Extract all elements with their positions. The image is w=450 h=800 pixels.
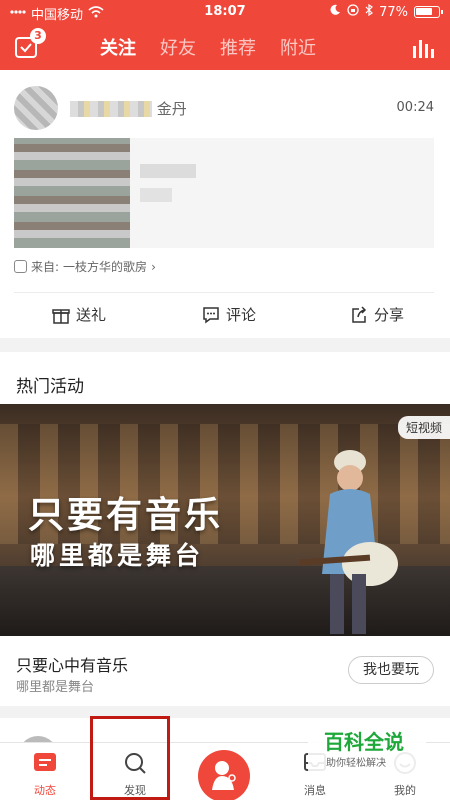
username-blurred xyxy=(70,100,152,117)
chevron-right-icon: › xyxy=(151,259,156,274)
gift-button[interactable]: 送礼 xyxy=(52,304,106,325)
username[interactable]: 金丹 xyxy=(70,98,188,118)
tab-following[interactable]: 关注 xyxy=(100,34,136,60)
watermark-subtitle: 助你轻松解决 xyxy=(326,758,386,769)
battery-percent: 77% xyxy=(379,4,408,20)
username-visible: 金丹 xyxy=(156,100,187,118)
status-bar: 中国移动 18:07 77% xyxy=(0,0,450,24)
battery-icon xyxy=(414,6,443,18)
post-time: 00:24 xyxy=(396,100,434,115)
tab-recommended[interactable]: 推荐 xyxy=(220,34,256,60)
join-activity-button[interactable]: 我也要玩 xyxy=(348,656,434,684)
bluetooth-icon xyxy=(365,3,374,20)
highlight-annotation-box xyxy=(90,716,170,800)
banner-subheadline: 哪里都是舞台 xyxy=(30,541,205,570)
gift-label: 送礼 xyxy=(76,306,107,324)
share-label: 分享 xyxy=(374,306,405,324)
sing-button[interactable] xyxy=(198,750,250,800)
source-prefix: 来自: xyxy=(31,260,60,274)
status-right: 77% xyxy=(329,3,443,20)
top-header: 中国移动 18:07 77% 3 关注 好友 推荐 附近 xyxy=(0,0,450,70)
tab-nearby[interactable]: 附近 xyxy=(280,34,316,60)
hot-activities-section: 热门活动 短视频 只要有音乐 哪里都是舞台 只要心中有音乐 哪里都是舞台 我也要… xyxy=(0,352,450,706)
ranking-button[interactable] xyxy=(412,38,434,58)
action-bar: 送礼 评论 分享 xyxy=(0,300,450,330)
source-link[interactable]: 来自: 一枝方华的歌房 › xyxy=(14,258,156,275)
song-info-blurred xyxy=(140,164,196,178)
feed-tabs: 关注 好友 推荐 附近 xyxy=(100,34,316,60)
guitarist-illustration xyxy=(300,450,398,634)
feed-icon xyxy=(34,753,56,771)
song-info-blurred-2 xyxy=(140,188,172,202)
activity-subtitle: 哪里都是舞台 xyxy=(16,680,95,695)
bar-chart-icon xyxy=(413,40,434,58)
nav-feed[interactable]: 动态 xyxy=(0,743,90,800)
nav-messages-label: 消息 xyxy=(304,784,326,797)
nav-feed-label: 动态 xyxy=(34,784,56,797)
notification-badge: 3 xyxy=(30,28,46,44)
moon-icon xyxy=(329,4,341,20)
comment-label: 评论 xyxy=(226,306,257,324)
banner-headline: 只要有音乐 xyxy=(28,495,224,536)
comment-icon xyxy=(203,306,219,323)
header-nav: 3 关注 好友 推荐 附近 xyxy=(0,28,450,68)
activity-title: 只要心中有音乐 xyxy=(16,656,129,675)
song-cover xyxy=(14,138,130,248)
song-card[interactable] xyxy=(14,138,434,248)
share-icon xyxy=(352,305,367,323)
watermark-logo: 百科全说 助你轻松解决 xyxy=(308,724,426,774)
share-button[interactable]: 分享 xyxy=(350,304,404,325)
feed-card: 金丹 00:24 来自: 一枝方华的歌房 › 送礼 评论 分享 xyxy=(0,70,450,338)
short-video-badge: 短视频 xyxy=(397,416,450,439)
singer-icon xyxy=(212,761,236,790)
tab-friends[interactable]: 好友 xyxy=(160,34,196,60)
divider xyxy=(14,292,434,293)
nav-profile-label: 我的 xyxy=(394,784,416,797)
activity-banner[interactable]: 短视频 只要有音乐 哪里都是舞台 xyxy=(0,404,450,636)
avatar[interactable] xyxy=(14,86,58,130)
comment-button[interactable]: 评论 xyxy=(202,304,256,325)
watermark-title: 百科全说 xyxy=(324,730,404,754)
gift-icon xyxy=(52,308,70,324)
source-name: 一枝方华的歌房 xyxy=(63,260,148,274)
orientation-lock-icon xyxy=(347,4,359,20)
room-icon xyxy=(14,260,27,273)
section-title: 热门活动 xyxy=(16,377,84,397)
